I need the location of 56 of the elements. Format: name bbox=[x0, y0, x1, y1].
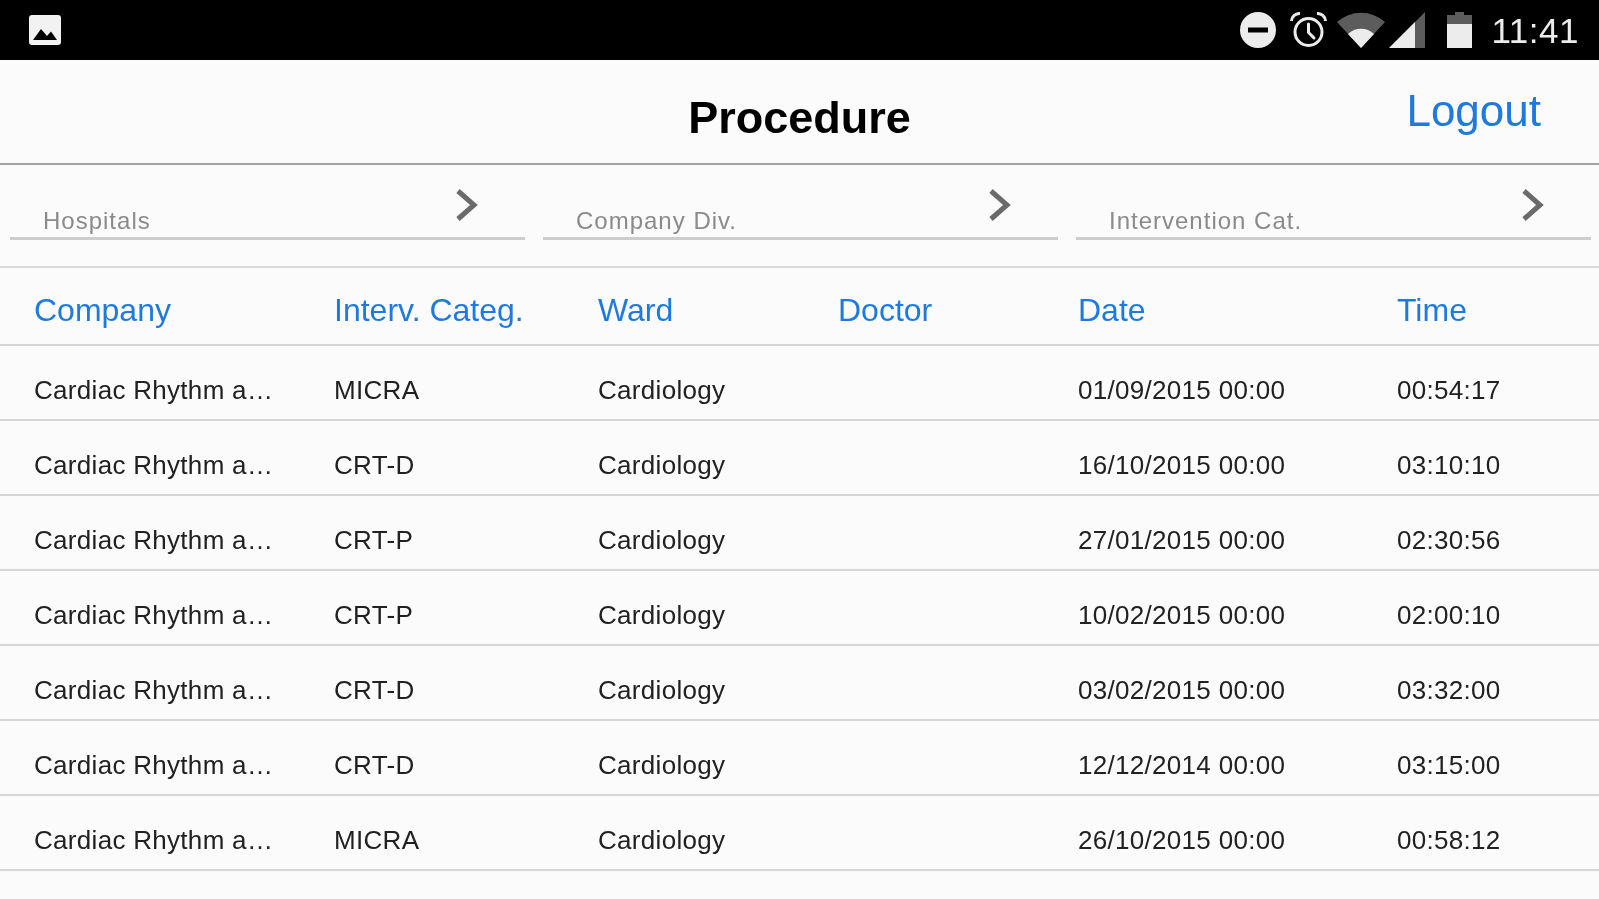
image-icon bbox=[29, 15, 61, 45]
table-cell-text: CRT-P bbox=[334, 524, 415, 557]
table-cell-text: MICRA bbox=[334, 374, 421, 407]
table-cell-text: CRT-P bbox=[334, 599, 415, 632]
table-cell-text: CRT-D bbox=[334, 749, 416, 782]
table-cell-text: Cardiac Rhythm a… bbox=[34, 749, 275, 782]
table-cell-text: 02:30:56 bbox=[1397, 524, 1502, 557]
filter-field[interactable]: Company Div. bbox=[543, 184, 1058, 240]
alarm-clock-icon bbox=[1289, 11, 1327, 49]
table-cell-text: Cardiology bbox=[598, 674, 727, 707]
table-cell-text: Cardiac Rhythm a… bbox=[34, 824, 275, 857]
filter-field[interactable]: Hospitals bbox=[10, 184, 525, 240]
table-cell-text: 03/02/2015 00:00 bbox=[1078, 674, 1287, 707]
table-cell-text: CRT-D bbox=[334, 674, 416, 707]
chevron-right-icon bbox=[1520, 188, 1544, 222]
table-cell-text: Cardiology bbox=[598, 749, 727, 782]
column-header[interactable]: Interv. Categ. bbox=[334, 290, 524, 330]
table-cell-text: Cardiology bbox=[598, 374, 727, 407]
signal-icon bbox=[1388, 12, 1425, 48]
table-cell-text: Cardiac Rhythm a… bbox=[34, 374, 275, 407]
page-title: Procedure bbox=[688, 91, 911, 140]
table-cell-text: 02:00:10 bbox=[1397, 599, 1502, 632]
wifi-icon bbox=[1336, 12, 1385, 48]
table-cell-text: Cardiac Rhythm a… bbox=[34, 524, 275, 557]
table-cell-text: 03:15:00 bbox=[1397, 749, 1502, 782]
column-header[interactable]: Ward bbox=[598, 290, 674, 330]
table-cell-text: 00:54:17 bbox=[1397, 374, 1502, 407]
column-header[interactable]: Date bbox=[1078, 290, 1146, 330]
table-cell-text: MICRA bbox=[334, 824, 421, 857]
table-cell-text: 00:58:12 bbox=[1397, 824, 1502, 857]
filter-field[interactable]: Intervention Cat. bbox=[1076, 184, 1591, 240]
table-cell-text: 01/09/2015 00:00 bbox=[1078, 374, 1287, 407]
table-cell-text: 27/01/2015 00:00 bbox=[1078, 524, 1287, 557]
table-cell-text: Cardiology bbox=[598, 824, 727, 857]
column-header[interactable]: Doctor bbox=[838, 290, 933, 330]
table-cell-text: Cardiology bbox=[598, 524, 727, 557]
battery-icon bbox=[1446, 12, 1472, 48]
chevron-right-icon bbox=[454, 188, 478, 222]
logout-button[interactable]: Logout bbox=[1406, 87, 1541, 136]
column-header[interactable]: Company bbox=[34, 290, 171, 330]
column-header[interactable]: Time bbox=[1397, 290, 1467, 330]
table-cell-text: 03:10:10 bbox=[1397, 449, 1502, 482]
table-cell-text: CRT-D bbox=[334, 449, 416, 482]
table-cell-text: Cardiology bbox=[598, 599, 727, 632]
chevron-right-icon bbox=[987, 188, 1011, 222]
status-time: 11:41 bbox=[1491, 12, 1579, 48]
table-cell-text: 16/10/2015 00:00 bbox=[1078, 449, 1287, 482]
table-cell-text: 12/12/2014 00:00 bbox=[1078, 749, 1287, 782]
table-cell-text: Cardiac Rhythm a… bbox=[34, 674, 275, 707]
table-cell-text: 26/10/2015 00:00 bbox=[1078, 824, 1287, 857]
table-cell-text: 10/02/2015 00:00 bbox=[1078, 599, 1287, 632]
table-cell-text: Cardiology bbox=[598, 449, 727, 482]
table-cell-text: 03:32:00 bbox=[1397, 674, 1502, 707]
table-cell-text: Cardiac Rhythm a… bbox=[34, 599, 275, 632]
do-not-disturb-icon bbox=[1239, 12, 1276, 48]
table-cell-text: Cardiac Rhythm a… bbox=[34, 449, 275, 482]
